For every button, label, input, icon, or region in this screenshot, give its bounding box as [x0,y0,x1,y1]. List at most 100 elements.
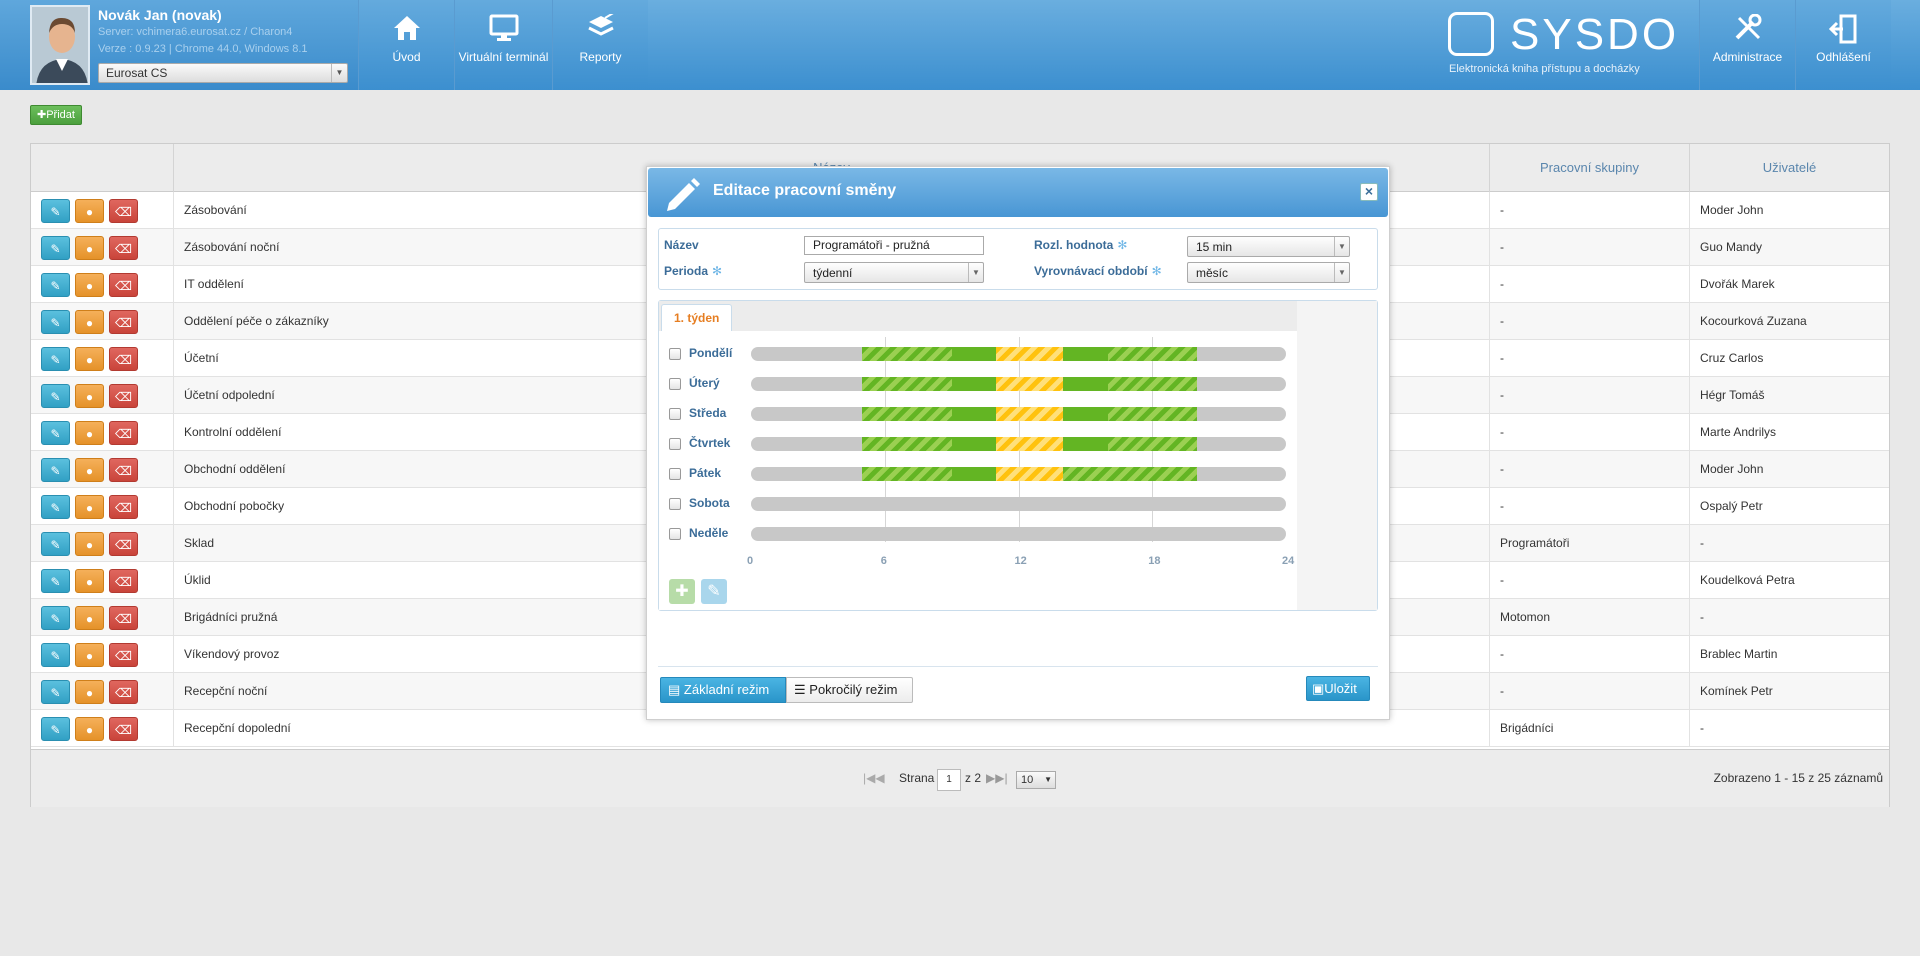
day-timeline[interactable] [751,527,1286,541]
last-page-icon[interactable]: ▶▶| [986,771,1008,785]
flexible-time-segment[interactable] [1107,377,1197,391]
flexible-time-segment[interactable] [1063,467,1197,481]
flexible-time-segment[interactable] [862,467,952,481]
user-icon[interactable]: ● [75,199,104,223]
edit-icon[interactable]: ✎ [41,273,70,297]
fixed-time-segment[interactable] [951,467,997,481]
nav-home[interactable]: Úvod [358,0,454,90]
nav-virtual-terminal[interactable]: Virtuální terminál [454,0,552,90]
fixed-time-segment[interactable] [951,347,997,361]
user-icon[interactable]: ● [75,680,104,704]
dialog-titlebar[interactable]: Editace pracovní směny × [648,168,1388,217]
first-page-icon[interactable]: |◀◀ [863,771,885,785]
user-icon[interactable]: ● [75,236,104,260]
edit-icon[interactable]: ✎ [41,680,70,704]
day-timeline[interactable] [751,467,1286,481]
trash-icon[interactable]: ⌫ [109,643,138,667]
day-checkbox[interactable] [669,528,681,540]
break-segment[interactable] [996,467,1064,481]
close-icon[interactable]: × [1360,183,1378,201]
column-header-users[interactable]: Uživatelé [1689,144,1889,192]
edit-icon[interactable]: ✎ [41,347,70,371]
flexible-time-segment[interactable] [862,437,952,451]
user-icon[interactable]: ● [75,421,104,445]
break-segment[interactable] [996,407,1064,421]
flexible-time-segment[interactable] [1107,437,1197,451]
page-input[interactable]: 1 [937,769,961,791]
nav-reports[interactable]: Reporty [552,0,648,90]
trash-icon[interactable]: ⌫ [109,458,138,482]
day-timeline[interactable] [751,497,1286,511]
balance-select[interactable]: měsíc ▼ [1187,262,1350,283]
save-button[interactable]: ▣Uložit [1306,676,1370,701]
column-header-groups[interactable]: Pracovní skupiny [1489,144,1689,192]
edit-icon[interactable]: ✎ [41,310,70,334]
user-icon[interactable]: ● [75,495,104,519]
day-checkbox[interactable] [669,348,681,360]
day-checkbox[interactable] [669,438,681,450]
edit-icon[interactable]: ✎ [41,384,70,408]
fixed-time-segment[interactable] [951,407,997,421]
user-icon[interactable]: ● [75,606,104,630]
nav-administration[interactable]: Administrace [1699,0,1795,90]
fixed-time-segment[interactable] [951,377,997,391]
trash-icon[interactable]: ⌫ [109,717,138,741]
fixed-time-segment[interactable] [1063,407,1108,421]
trash-icon[interactable]: ⌫ [109,236,138,260]
day-timeline[interactable] [751,437,1286,451]
trash-icon[interactable]: ⌫ [109,199,138,223]
fixed-time-segment[interactable] [1063,437,1108,451]
fixed-time-segment[interactable] [1063,347,1108,361]
trash-icon[interactable]: ⌫ [109,273,138,297]
user-icon[interactable]: ● [75,347,104,371]
day-checkbox[interactable] [669,498,681,510]
trash-icon[interactable]: ⌫ [109,532,138,556]
user-icon[interactable]: ● [75,273,104,297]
trash-icon[interactable]: ⌫ [109,569,138,593]
user-icon[interactable]: ● [75,569,104,593]
add-segment-icon[interactable]: ✚ [669,579,695,604]
user-icon[interactable]: ● [75,532,104,556]
edit-segment-icon[interactable]: ✎ [701,579,727,604]
edit-icon[interactable]: ✎ [41,532,70,556]
user-icon[interactable]: ● [75,458,104,482]
flexible-time-segment[interactable] [862,407,952,421]
add-button[interactable]: ✚Přidat [30,105,82,125]
edit-icon[interactable]: ✎ [41,495,70,519]
edit-icon[interactable]: ✎ [41,199,70,223]
user-icon[interactable]: ● [75,643,104,667]
nav-logout[interactable]: Odhlášení [1795,0,1891,90]
day-checkbox[interactable] [669,378,681,390]
flexible-time-segment[interactable] [1107,407,1197,421]
user-icon[interactable]: ● [75,384,104,408]
day-timeline[interactable] [751,407,1286,421]
day-checkbox[interactable] [669,408,681,420]
trash-icon[interactable]: ⌫ [109,347,138,371]
edit-icon[interactable]: ✎ [41,606,70,630]
company-select[interactable]: Eurosat CS ▼ [98,63,348,83]
round-select[interactable]: 15 min ▼ [1187,236,1350,257]
edit-icon[interactable]: ✎ [41,458,70,482]
fixed-time-segment[interactable] [951,437,997,451]
trash-icon[interactable]: ⌫ [109,495,138,519]
page-size-select[interactable]: 10 ▼ [1016,771,1056,789]
advanced-mode-button[interactable]: ☰ Pokročilý režim [786,677,913,703]
break-segment[interactable] [996,437,1064,451]
trash-icon[interactable]: ⌫ [109,310,138,334]
trash-icon[interactable]: ⌫ [109,680,138,704]
tab-week-1[interactable]: 1. týden [661,304,733,332]
day-checkbox[interactable] [669,468,681,480]
user-icon[interactable]: ● [75,310,104,334]
edit-icon[interactable]: ✎ [41,643,70,667]
flexible-time-segment[interactable] [862,377,952,391]
trash-icon[interactable]: ⌫ [109,606,138,630]
day-timeline[interactable] [751,377,1286,391]
name-field[interactable]: Programátoři - pružná [804,236,984,255]
user-icon[interactable]: ● [75,717,104,741]
trash-icon[interactable]: ⌫ [109,421,138,445]
flexible-time-segment[interactable] [1107,347,1197,361]
flexible-time-segment[interactable] [862,347,952,361]
basic-mode-button[interactable]: ▤ Základní režim [660,677,786,703]
day-timeline[interactable] [751,347,1286,361]
edit-icon[interactable]: ✎ [41,717,70,741]
